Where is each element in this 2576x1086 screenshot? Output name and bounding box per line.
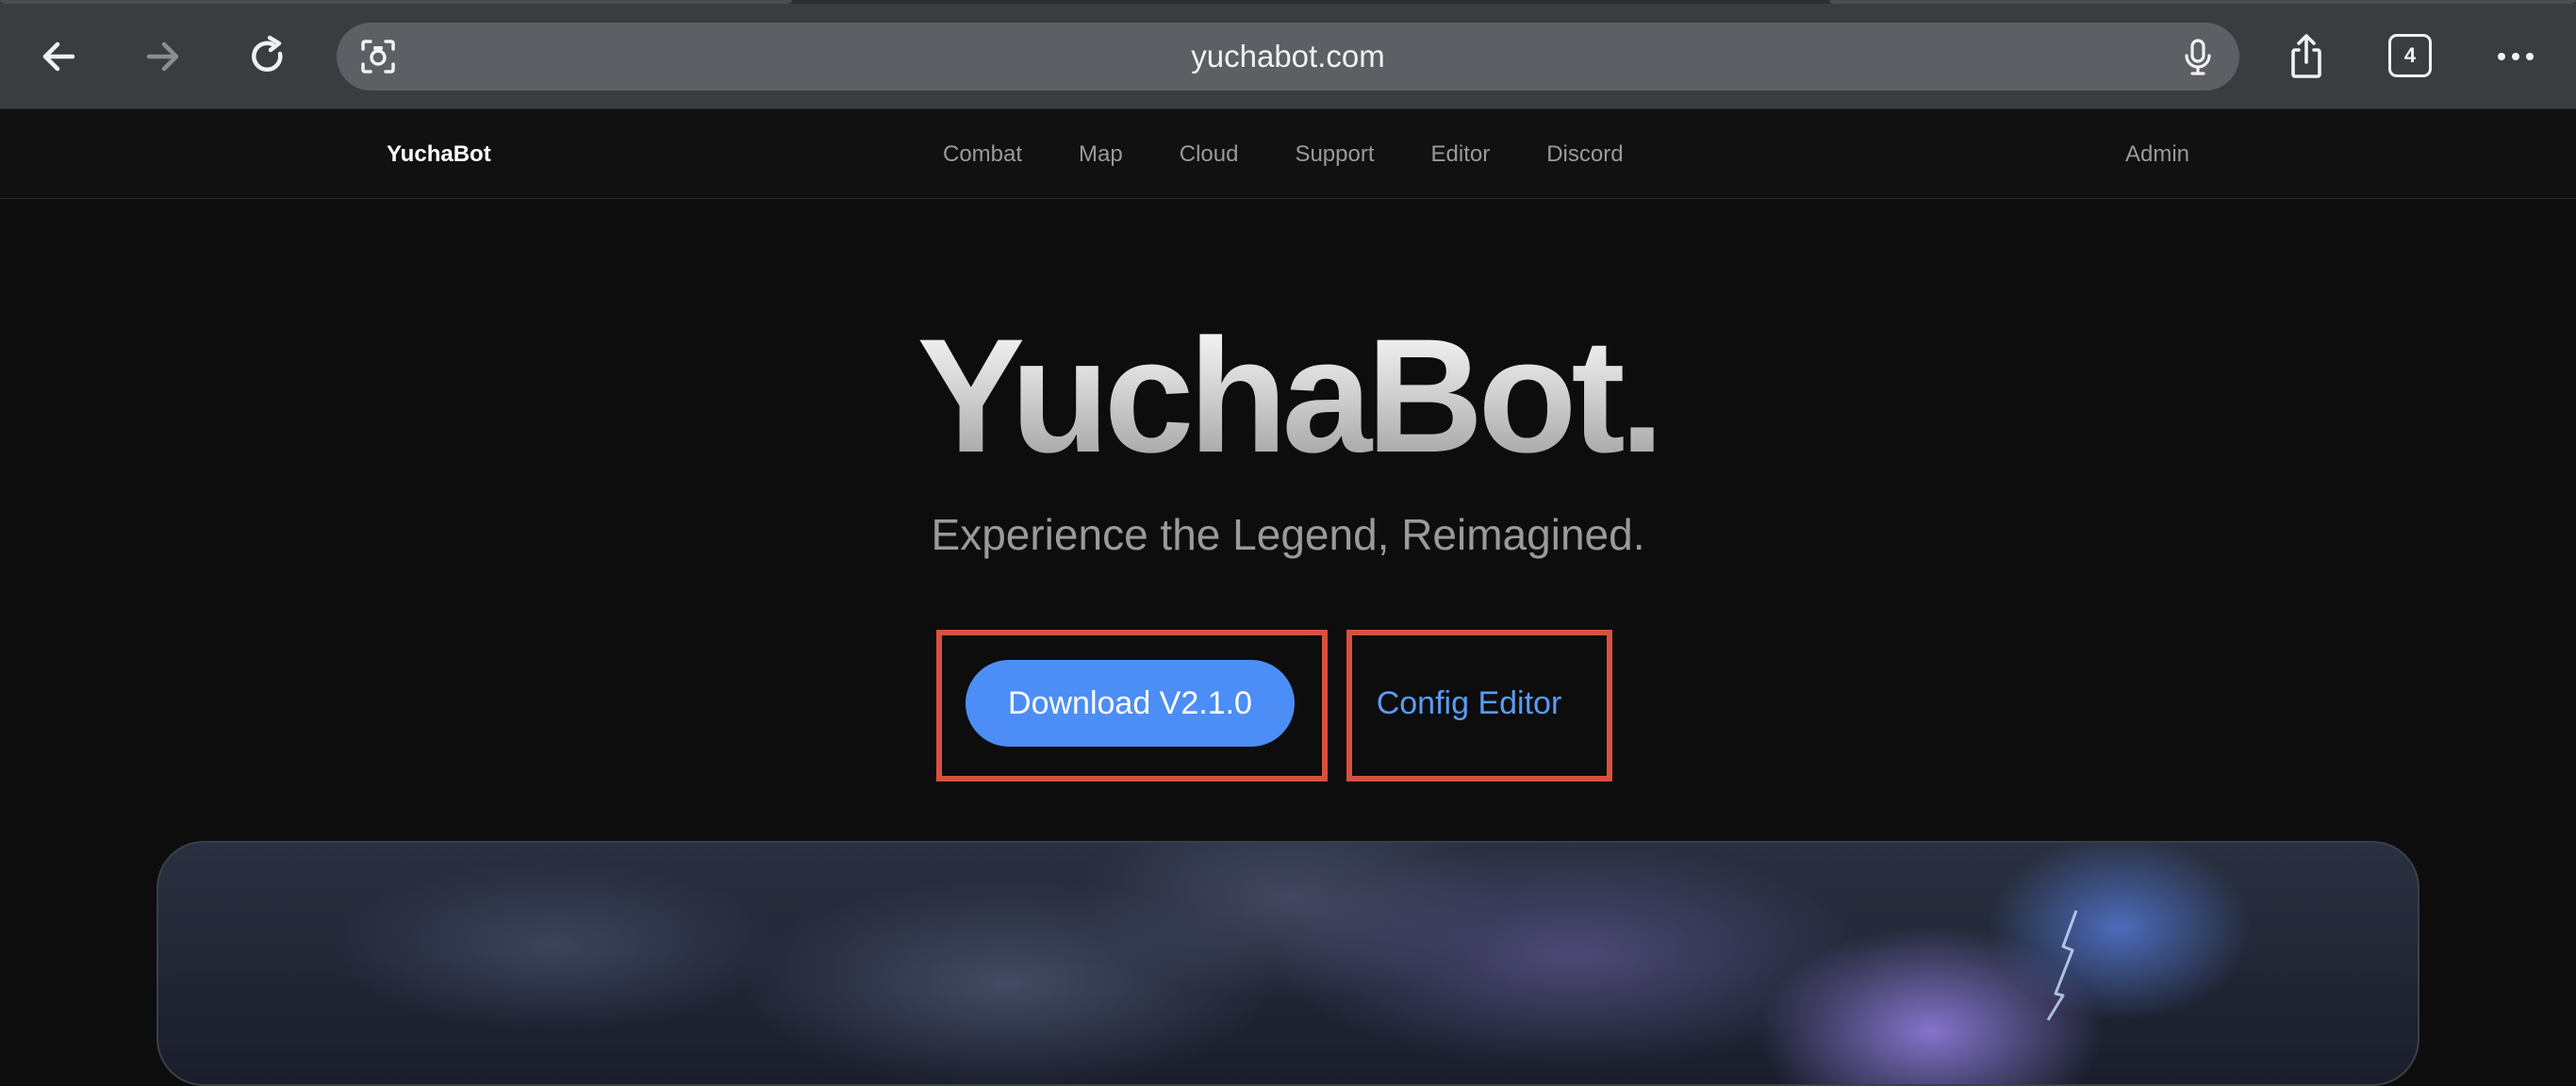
forward-button[interactable] xyxy=(131,25,195,89)
config-editor-link[interactable]: Config Editor xyxy=(1346,660,1592,747)
nav-link-cloud[interactable]: Cloud xyxy=(1180,141,1239,168)
download-button[interactable]: Download V2.1.0 xyxy=(966,660,1295,747)
microphone-icon[interactable] xyxy=(2177,36,2219,77)
share-button[interactable] xyxy=(2274,25,2338,89)
more-button[interactable] xyxy=(2484,25,2548,89)
nav-link-map[interactable]: Map xyxy=(1079,141,1123,168)
url-text[interactable]: yuchabot.com xyxy=(337,23,2239,90)
hero-subtitle: Experience the Legend, Reimagined. xyxy=(931,510,1645,559)
hero-image-card xyxy=(157,841,2419,1086)
hero-title: YuchaBot. xyxy=(0,311,2576,481)
nav-link-admin[interactable]: Admin xyxy=(2125,110,2189,199)
reload-button[interactable] xyxy=(236,25,300,89)
nav-link-discord[interactable]: Discord xyxy=(1546,141,1623,168)
share-icon xyxy=(2291,34,2321,78)
main-nav: Combat Map Cloud Support Editor Discord xyxy=(943,110,1680,199)
brand-logo[interactable]: YuchaBot xyxy=(387,110,491,199)
nav-link-combat[interactable]: Combat xyxy=(943,141,1022,168)
arrow-right-icon xyxy=(146,41,179,72)
more-dots-icon xyxy=(2498,53,2534,60)
tab-strip xyxy=(0,0,2576,4)
lightning-bolt-icon xyxy=(2046,910,2078,1021)
site-header: YuchaBot Combat Map Cloud Support Editor… xyxy=(0,110,2576,199)
browser-toolbar: yuchabot.com 4 xyxy=(0,0,2576,109)
tab-count-button[interactable]: 4 xyxy=(2388,34,2432,77)
nav-link-support[interactable]: Support xyxy=(1295,141,1374,168)
back-button[interactable] xyxy=(26,25,91,89)
reload-icon xyxy=(252,35,283,73)
nav-link-editor[interactable]: Editor xyxy=(1431,141,1491,168)
address-bar[interactable]: yuchabot.com xyxy=(337,23,2239,90)
arrow-left-icon xyxy=(42,41,75,72)
